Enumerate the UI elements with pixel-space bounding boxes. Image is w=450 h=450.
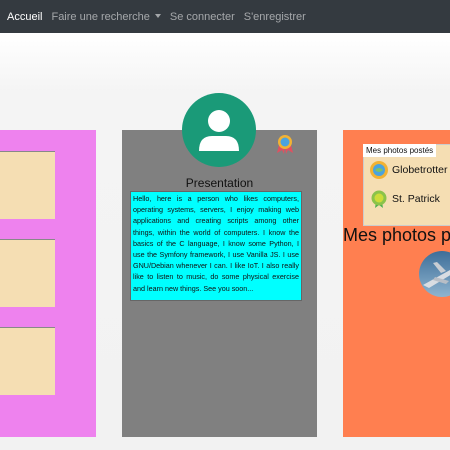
badge-label: St. Patrick: [392, 193, 440, 205]
badge-globetrotter: Globetrotter: [369, 160, 447, 180]
nav-login-link[interactable]: Se connecter: [170, 11, 235, 23]
left-card-1: [0, 151, 55, 219]
left-card-3: [0, 327, 55, 395]
nav-search-dropdown[interactable]: Faire une recherche: [51, 10, 161, 23]
badge-st-patrick: St. Patrick: [369, 189, 440, 209]
avatar: [182, 93, 256, 167]
award-ribbon-icon: [274, 133, 296, 155]
left-card-2: [0, 239, 55, 307]
top-navbar: Accueil Faire une recherche Se connecter…: [0, 0, 450, 33]
presentation-title: Presentation: [185, 176, 254, 190]
badges-panel-title: Mes photos postés: [363, 144, 437, 157]
bio-text: Hello, here is a person who likes comput…: [130, 191, 302, 301]
user-icon: [199, 110, 239, 151]
nav-register-link[interactable]: S'enregistrer: [244, 11, 306, 23]
nav-search-label: Faire une recherche: [51, 10, 150, 23]
globe-medal-icon: [370, 161, 388, 179]
clover-medal-icon: [371, 190, 387, 208]
badge-label: Globetrotter: [392, 164, 448, 176]
nav-home-link[interactable]: Accueil: [7, 11, 42, 23]
left-column: [0, 130, 96, 437]
my-photos-heading: Mes photos po: [343, 225, 450, 245]
caret-down-icon: [154, 13, 161, 18]
